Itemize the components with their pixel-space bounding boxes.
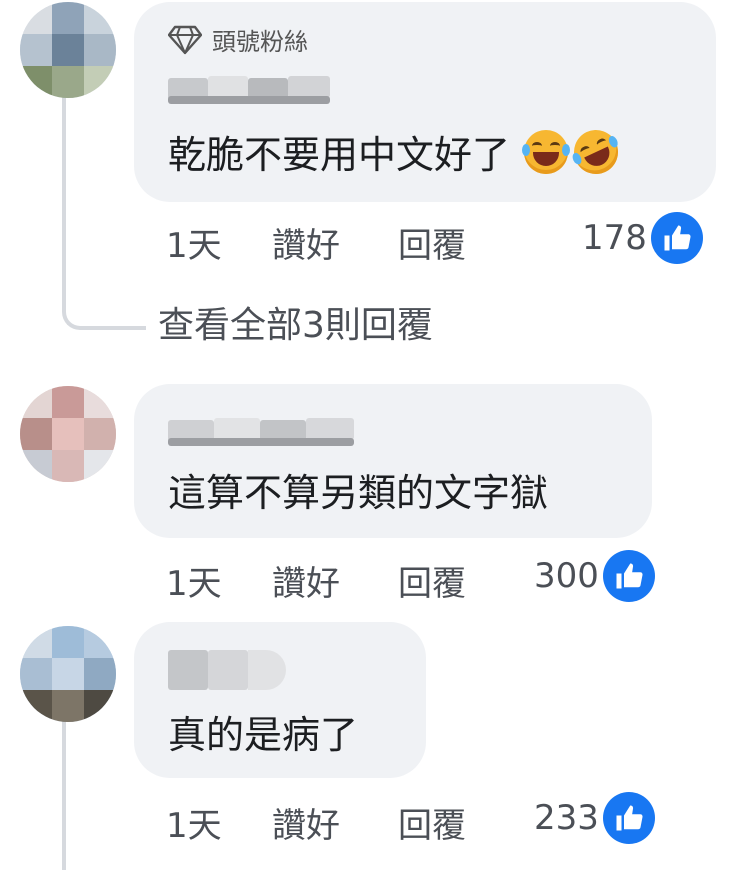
avatar[interactable] (20, 2, 116, 98)
reaction-count: 300 (534, 556, 599, 596)
comment-time[interactable]: 1天 (166, 218, 222, 267)
reaction-summary[interactable]: 300 (534, 550, 655, 602)
reaction-count: 178 (582, 218, 647, 258)
reaction-summary[interactable]: 178 (582, 212, 703, 264)
like-button[interactable]: 讚好 (272, 798, 340, 847)
reaction-count: 233 (534, 798, 599, 838)
reply-button[interactable]: 回覆 (398, 218, 466, 267)
thumbs-up-icon (650, 212, 703, 264)
rolling-laughing-icon (566, 122, 626, 181)
comment-time[interactable]: 1天 (166, 798, 222, 847)
diamond-icon (168, 25, 202, 54)
thumbs-up-icon (602, 792, 655, 844)
comment-time[interactable]: 1天 (166, 556, 222, 605)
reply-button[interactable]: 回覆 (398, 798, 466, 847)
thumbs-up-icon (602, 550, 655, 602)
author-name-redacted[interactable] (168, 72, 330, 106)
laughing-tears-icon (522, 129, 571, 174)
comment-text: 真的是病了 (168, 713, 359, 757)
badge-label: 頭號粉絲 (212, 28, 308, 56)
avatar[interactable] (20, 626, 116, 722)
comment-text: 乾脆不要用中文好了 (168, 122, 626, 181)
top-fan-badge: 頭號粉絲 (168, 22, 308, 57)
reply-thread-connector-2 (62, 720, 66, 870)
like-button[interactable]: 讚好 (272, 218, 340, 267)
reaction-summary[interactable]: 233 (534, 792, 655, 844)
like-button[interactable]: 讚好 (272, 556, 340, 605)
author-name-redacted[interactable] (168, 650, 286, 690)
avatar[interactable] (20, 386, 116, 482)
comment-text: 這算不算另類的文字獄 (168, 471, 549, 515)
reply-button[interactable]: 回覆 (398, 556, 466, 605)
view-all-replies-link[interactable]: 查看全部3則回覆 (158, 296, 433, 348)
author-name-redacted[interactable] (168, 414, 354, 448)
